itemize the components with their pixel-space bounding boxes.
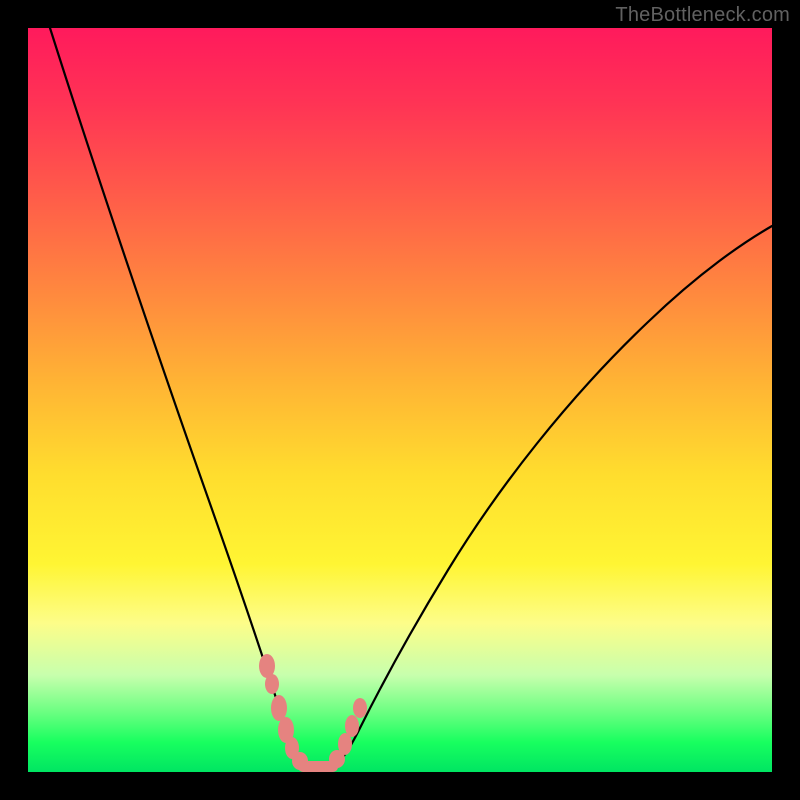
right-branch-curve (332, 226, 772, 768)
salmon-markers (259, 654, 367, 772)
curves-svg (28, 28, 772, 772)
chart-plot-area (28, 28, 772, 772)
watermark-text: TheBottleneck.com (615, 4, 790, 27)
